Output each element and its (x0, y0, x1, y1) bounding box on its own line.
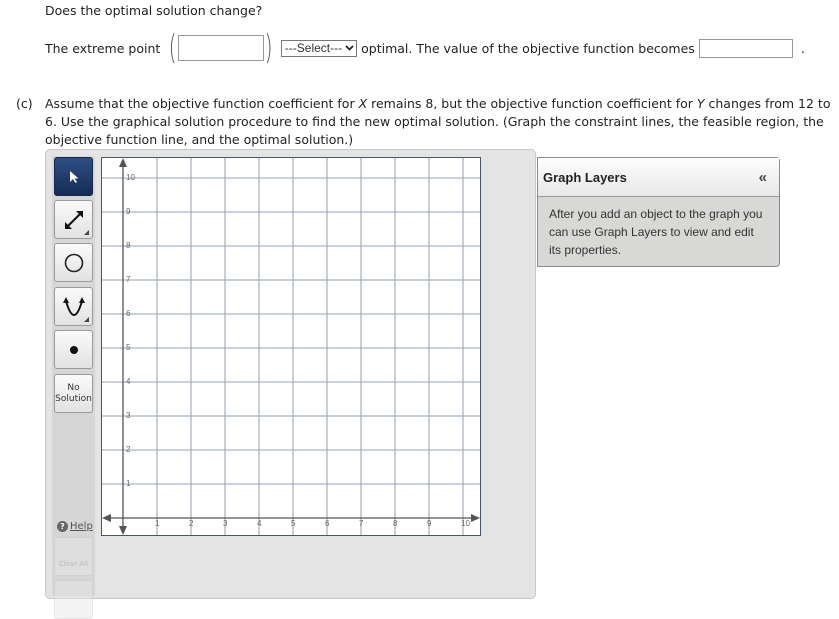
extra-tool-button[interactable] (54, 580, 93, 619)
arrow-pointer-icon (69, 170, 78, 183)
y-tick-label: 6 (126, 309, 131, 318)
x-tick-label: 5 (291, 519, 296, 528)
graph-layers-message: After you add an object to the graph you… (549, 207, 763, 257)
help-label: Help (70, 521, 93, 532)
part-c-text: Assume that the objective function coeff… (45, 95, 831, 149)
y-tick-label: 9 (126, 207, 131, 216)
extreme-point-label: The extreme point (45, 40, 161, 56)
objective-value-input[interactable] (698, 38, 793, 58)
parabola-tool-button[interactable] (54, 287, 93, 326)
chevron-down-icon (345, 45, 354, 51)
y-tick-label: 8 (126, 241, 131, 250)
clear-all-label: Clear All (58, 559, 89, 568)
x-tick-label: 3 (223, 519, 228, 528)
question-prompt: Does the optimal solution change? (45, 3, 263, 18)
var-y: Y (696, 96, 705, 111)
optimal-select-value: ---Select--- (284, 41, 343, 55)
left-paren: ( (168, 28, 177, 68)
part-c-text-1: Assume that the objective function coeff… (45, 96, 359, 111)
x-tick-label: 10 (461, 519, 470, 528)
var-x: X (358, 96, 368, 111)
select-tool-button[interactable] (54, 157, 93, 196)
y-tick-label: 7 (126, 275, 131, 284)
y-axis-down-arrow-icon (119, 526, 127, 535)
no-solution-label-1: No (67, 382, 80, 393)
x-tick-label: 1 (155, 519, 160, 528)
x-tick-label: 2 (189, 519, 194, 528)
y-tick-label: 5 (126, 343, 131, 352)
y-tick-label: 10 (126, 173, 135, 182)
x-axis-right-arrow-icon (471, 514, 480, 522)
collapse-icon[interactable]: « (759, 169, 767, 186)
y-tick-label: 1 (126, 479, 131, 488)
optimal-text: optimal. The value of the objective func… (361, 40, 695, 56)
x-axis-left-arrow-icon (102, 514, 111, 522)
y-axis-up-arrow-icon (119, 158, 127, 167)
graph-layers-panel: Graph Layers « After you add an object t… (537, 157, 780, 267)
y-tick-label: 3 (126, 411, 131, 420)
part-c-label: (c) (16, 96, 33, 111)
part-c-question: (c) Assume that the objective function c… (16, 95, 831, 149)
right-paren: ) (264, 28, 273, 68)
extreme-point-input[interactable] (177, 35, 264, 61)
y-tick-label: 4 (126, 377, 131, 386)
part-c-text-2: remains 8, but the objective function co… (367, 96, 697, 111)
help-icon: ? (57, 521, 68, 532)
circle-tool-button[interactable] (54, 243, 93, 282)
parabola-icon (62, 296, 85, 316)
graph-layers-title: Graph Layers (543, 169, 627, 185)
x-tick-label: 4 (257, 519, 262, 528)
no-solution-label-2: Solution (55, 393, 92, 404)
x-tick-label: 8 (393, 519, 398, 528)
point-tool-button[interactable] (54, 330, 93, 369)
circle-icon (64, 253, 83, 272)
extreme-point-row: The extreme point ( ) ---Select--- optim… (45, 28, 805, 68)
x-tick-label: 6 (325, 519, 330, 528)
period: . (800, 40, 805, 56)
graph-svg: 1 2 3 4 5 6 7 8 9 10 1 2 3 4 5 6 7 8 9 10 (102, 158, 480, 535)
line-tool-button[interactable] (54, 200, 93, 239)
graph-layers-header: Graph Layers « (538, 158, 779, 197)
clear-all-button[interactable]: Clear All (54, 537, 93, 576)
submenu-corner-icon (84, 317, 89, 322)
no-solution-button[interactable]: No Solution (54, 374, 93, 413)
graph-canvas[interactable]: 1 2 3 4 5 6 7 8 9 10 1 2 3 4 5 6 7 8 9 10 (101, 157, 481, 536)
double-arrow-line-icon (64, 210, 83, 229)
help-link[interactable]: ? Help (57, 521, 93, 532)
point-icon (69, 345, 78, 354)
y-tick-label: 2 (126, 445, 131, 454)
x-tick-label: 7 (359, 519, 364, 528)
submenu-corner-icon (84, 230, 89, 235)
optimal-select[interactable]: ---Select--- (280, 39, 358, 57)
x-tick-label: 9 (427, 519, 432, 528)
